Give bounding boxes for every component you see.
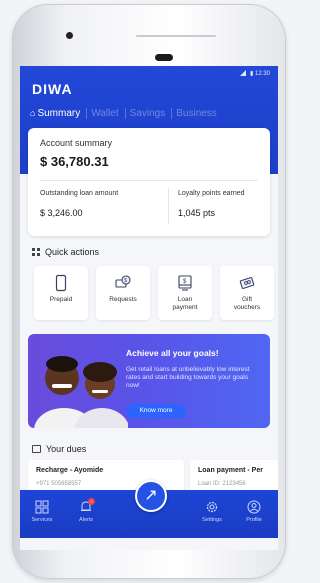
due-subtitle: Loan ID: 2123456 — [198, 481, 246, 487]
quick-action-gift-vouchers[interactable]: Gift vouchers — [220, 266, 274, 320]
tab-business[interactable]: Business — [176, 108, 223, 119]
divider — [168, 188, 169, 224]
quick-action-label: Gift vouchers — [233, 296, 261, 311]
banner-title: Achieve all your goals! — [126, 348, 219, 358]
quick-actions-heading: Quick actions — [32, 247, 99, 257]
loyalty-points-value: 1,045 pts — [178, 208, 216, 218]
speaker-grille — [136, 35, 216, 37]
nav-services[interactable]: Services — [22, 500, 62, 523]
nav-profile[interactable]: Profile — [234, 500, 274, 523]
quick-action-label: Requests — [109, 296, 137, 303]
signal-icon — [240, 70, 247, 76]
outstanding-loan-label: Outstanding loan amount — [40, 190, 119, 197]
quick-action-loan-payment[interactable]: $ Loan payment — [158, 266, 212, 320]
phone-icon — [55, 274, 67, 292]
svg-text:$: $ — [183, 279, 187, 285]
due-subtitle: +971 505658557 — [36, 481, 82, 487]
nav-label: Services — [31, 517, 53, 523]
banner-body: Get retail loans at unbelievably low int… — [126, 366, 250, 389]
due-title: Recharge - Ayomide — [36, 467, 104, 474]
grid-icon — [32, 248, 40, 256]
nav-label: Profile — [246, 517, 262, 523]
svg-text:$: $ — [124, 278, 127, 284]
quick-action-label: Prepaid — [49, 296, 73, 303]
front-camera — [66, 32, 73, 39]
tab-label: Summary — [37, 108, 81, 119]
battery-icon: ▮ — [250, 71, 254, 77]
pay-transfer-fab[interactable]: ↗ — [135, 480, 167, 512]
calendar-icon — [32, 445, 41, 453]
quick-action-requests[interactable]: $ Requests — [96, 266, 150, 320]
know-more-button[interactable]: Know more — [126, 404, 186, 418]
banner-photo — [34, 356, 128, 428]
home-icon: ⌂ — [30, 108, 36, 118]
nav-label: Settings — [202, 517, 222, 523]
services-grid-icon — [35, 500, 49, 514]
account-summary-card[interactable]: Account summary $ 36,780.31 Outstanding … — [28, 128, 270, 236]
earpiece — [155, 54, 173, 61]
quick-actions-title: Quick actions — [45, 247, 100, 257]
money-request-icon: $ — [115, 275, 131, 288]
app-screen: ▮ 12:30 DIWA ⌂ Summary Wallet Savings Busine… — [20, 66, 278, 550]
arrow-up-right-icon: ↗ — [144, 487, 158, 504]
tab-bar: ⌂ Summary Wallet Savings Business — [30, 108, 227, 119]
loan-payment-icon: $ — [178, 275, 192, 291]
gift-voucher-icon — [239, 277, 255, 289]
tab-wallet[interactable]: Wallet — [91, 108, 126, 119]
promo-banner[interactable]: Achieve all your goals! Get retail loans… — [28, 334, 270, 428]
gear-icon — [206, 501, 218, 513]
status-bar: ▮ 12:30 — [240, 70, 270, 77]
nav-settings[interactable]: Settings — [192, 500, 232, 523]
account-summary-title: Account summary — [40, 138, 113, 148]
due-title: Loan payment - Per — [198, 467, 263, 474]
profile-icon — [247, 500, 261, 514]
divider — [40, 180, 258, 181]
quick-actions-row: Prepaid $ Requests $ Loan payment Gift v… — [30, 266, 276, 322]
quick-action-label: Loan payment — [172, 296, 198, 311]
loyalty-points-label: Loyalty points earned — [178, 190, 245, 197]
brand-logo: DIWA — [32, 81, 73, 97]
your-dues-title: Your dues — [46, 444, 87, 454]
quick-action-prepaid[interactable]: Prepaid — [34, 266, 88, 320]
tab-summary[interactable]: ⌂ Summary — [30, 108, 88, 119]
nav-alerts[interactable]: 2 Alerts — [66, 498, 106, 523]
account-balance: $ 36,780.31 — [40, 154, 109, 169]
status-time: 12:30 — [254, 71, 270, 77]
your-dues-heading: Your dues — [32, 444, 86, 454]
nav-label: Alerts — [78, 517, 94, 523]
outstanding-loan-value: $ 3,246.00 — [40, 208, 83, 218]
tab-savings[interactable]: Savings — [130, 108, 173, 119]
alerts-badge: 2 — [88, 498, 95, 505]
